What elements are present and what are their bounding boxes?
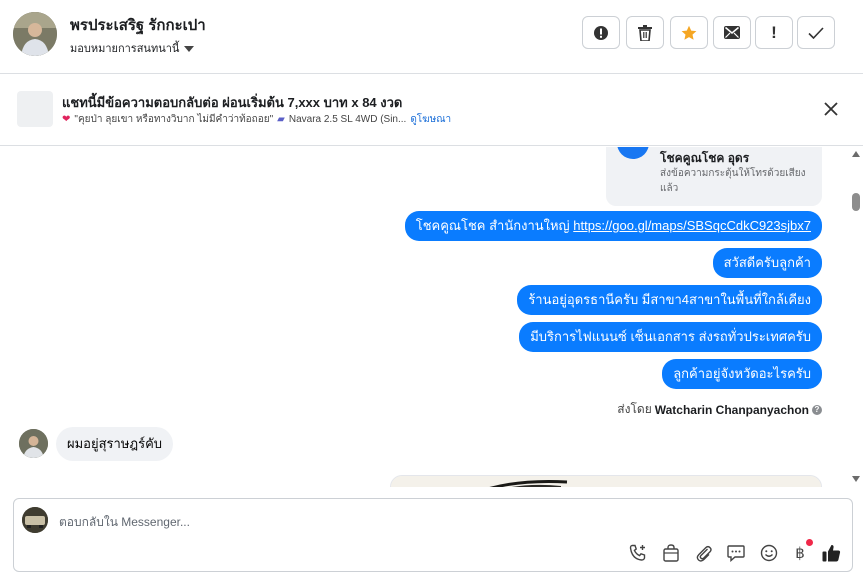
message-text: สวัสดีครับลูกค้า xyxy=(723,255,811,270)
outgoing-message[interactable]: มีบริการไฟแนนซ์ เซ็นเอกสาร ส่งรถทั่วประเ… xyxy=(519,322,822,352)
ad-context-bar: แชทนี้มีข้อความตอบกลับต่อ ผ่อนเริ่มต้น 7… xyxy=(0,74,863,146)
sender-name: Watcharin Chanpanyachon xyxy=(654,402,809,417)
message-text: โชคคูณโชค สำนักงานใหญ่ xyxy=(415,218,574,233)
mark-unread-button[interactable] xyxy=(713,16,751,49)
message-text: ร้านอยู่อุดรธานีครับ มีสาขา4สาขาในพื้นที… xyxy=(528,292,811,307)
scroll-up-arrow-icon[interactable] xyxy=(852,151,860,157)
help-icon[interactable]: ? xyxy=(812,404,822,415)
phone-icon xyxy=(617,147,649,159)
scroll-down-arrow-icon[interactable] xyxy=(852,476,860,482)
call-prompt-card: โชคคูณโชค อุดร ส่งข้อความกระตุ้นให้โทรด้… xyxy=(606,147,822,206)
follow-up-button[interactable]: ! xyxy=(755,16,793,49)
notification-dot xyxy=(806,539,813,546)
star-button[interactable] xyxy=(670,16,708,49)
ad-tagline: "คุยป่า ลุยเขา หรือทางวิบาก ไม่มีคำว่าท้… xyxy=(74,114,274,125)
page-avatar xyxy=(22,507,48,533)
sent-by-prefix: ส่งโดย xyxy=(617,402,652,416)
star-icon xyxy=(681,25,697,40)
incoming-message[interactable]: ผมอยู่สุราษฎร์คับ xyxy=(56,427,174,461)
message-text: มีบริการไฟแนนซ์ เซ็นเอกสาร ส่งรถทั่วประเ… xyxy=(530,329,811,344)
image-attachment[interactable] xyxy=(390,475,822,487)
exclamation-icon: ! xyxy=(771,23,777,42)
like-button[interactable] xyxy=(821,543,841,563)
payment-button[interactable]: ฿ xyxy=(790,539,813,563)
message-text: ลูกค้าอยู่จังหวัดอะไรครับ xyxy=(673,366,811,381)
ad-subtitle: ❤ "คุยป่า ลุยเขา หรือทางวิบาก ไม่มีคำว่า… xyxy=(62,112,451,127)
trash-icon xyxy=(638,24,652,41)
ad-model: Navara 2.5 SL 4WD (Sin... xyxy=(288,114,407,125)
baht-icon: ฿ xyxy=(795,544,805,562)
card-description: ส่งข้อความกระตุ้นให้โทรด้วยเสียงแล้ว xyxy=(660,168,806,194)
envelope-icon xyxy=(724,26,740,39)
thumbs-up-icon xyxy=(822,544,840,562)
smiley-icon xyxy=(760,544,778,562)
paperclip-icon xyxy=(696,545,712,562)
scrollbar-thumb[interactable] xyxy=(852,193,860,211)
outgoing-message[interactable]: สวัสดีครับลูกค้า xyxy=(712,248,822,278)
chevron-down-icon xyxy=(184,45,195,52)
assign-label: มอบหมายการสนทนานี้ xyxy=(70,43,180,55)
heart-icon: ❤ xyxy=(62,114,71,125)
ad-title: แชทนี้มีข้อความตอบกลับต่อ ผ่อนเริ่มต้น 7… xyxy=(62,95,403,110)
close-icon[interactable] xyxy=(822,100,840,118)
car-icon: ▰ xyxy=(277,114,285,125)
contact-avatar[interactable] xyxy=(13,12,57,56)
delete-button[interactable] xyxy=(626,16,664,49)
check-icon xyxy=(808,26,824,39)
saved-replies-button[interactable] xyxy=(726,543,746,563)
conversation-header: พรประเสริฐ รักกะเปา มอบหมายการสนทนานี้ ! xyxy=(0,0,863,74)
mark-spam-button[interactable] xyxy=(582,16,620,49)
message-thread[interactable]: โชคคูณโชค อุดร ส่งข้อความกระตุ้นให้โทรด้… xyxy=(0,147,848,487)
outgoing-message[interactable]: ลูกค้าอยู่จังหวัดอะไรครับ xyxy=(662,359,822,389)
shopping-bag-icon xyxy=(663,544,679,562)
call-button[interactable] xyxy=(628,543,648,563)
outgoing-message[interactable]: ร้านอยู่อุดรธานีครับ มีสาขา4สาขาในพื้นที… xyxy=(517,285,822,315)
ad-thumbnail xyxy=(17,91,53,127)
chat-bubble-icon xyxy=(727,545,745,562)
shop-button[interactable] xyxy=(661,543,681,563)
alert-circle-icon xyxy=(594,25,608,40)
assign-conversation-dropdown[interactable]: มอบหมายการสนทนานี้ xyxy=(70,39,195,57)
phone-plus-icon xyxy=(629,544,645,561)
reply-input[interactable]: ตอบกลับใน Messenger... xyxy=(59,513,190,532)
reply-composer[interactable]: ตอบกลับใน Messenger... ฿ xyxy=(13,498,853,572)
sent-by-label: ส่งโดย Watcharin Chanpanyachon ? xyxy=(617,400,822,419)
message-link[interactable]: https://goo.gl/maps/SBSqcCdkC923sjbx7 xyxy=(573,218,811,233)
emoji-button[interactable] xyxy=(759,543,779,563)
thread-scrollbar[interactable] xyxy=(848,147,863,487)
view-ad-link[interactable]: ดูโฆษณา xyxy=(410,112,451,127)
mark-done-button[interactable] xyxy=(797,16,835,49)
contact-avatar-small[interactable] xyxy=(19,429,48,458)
contact-name[interactable]: พรประเสริฐ รักกะเปา xyxy=(70,13,206,37)
outgoing-message[interactable]: โชคคูณโชค สำนักงานใหญ่ https://goo.gl/ma… xyxy=(404,211,822,241)
attach-button[interactable] xyxy=(694,543,714,563)
message-text: ผมอยู่สุราษฎร์คับ xyxy=(67,436,163,451)
